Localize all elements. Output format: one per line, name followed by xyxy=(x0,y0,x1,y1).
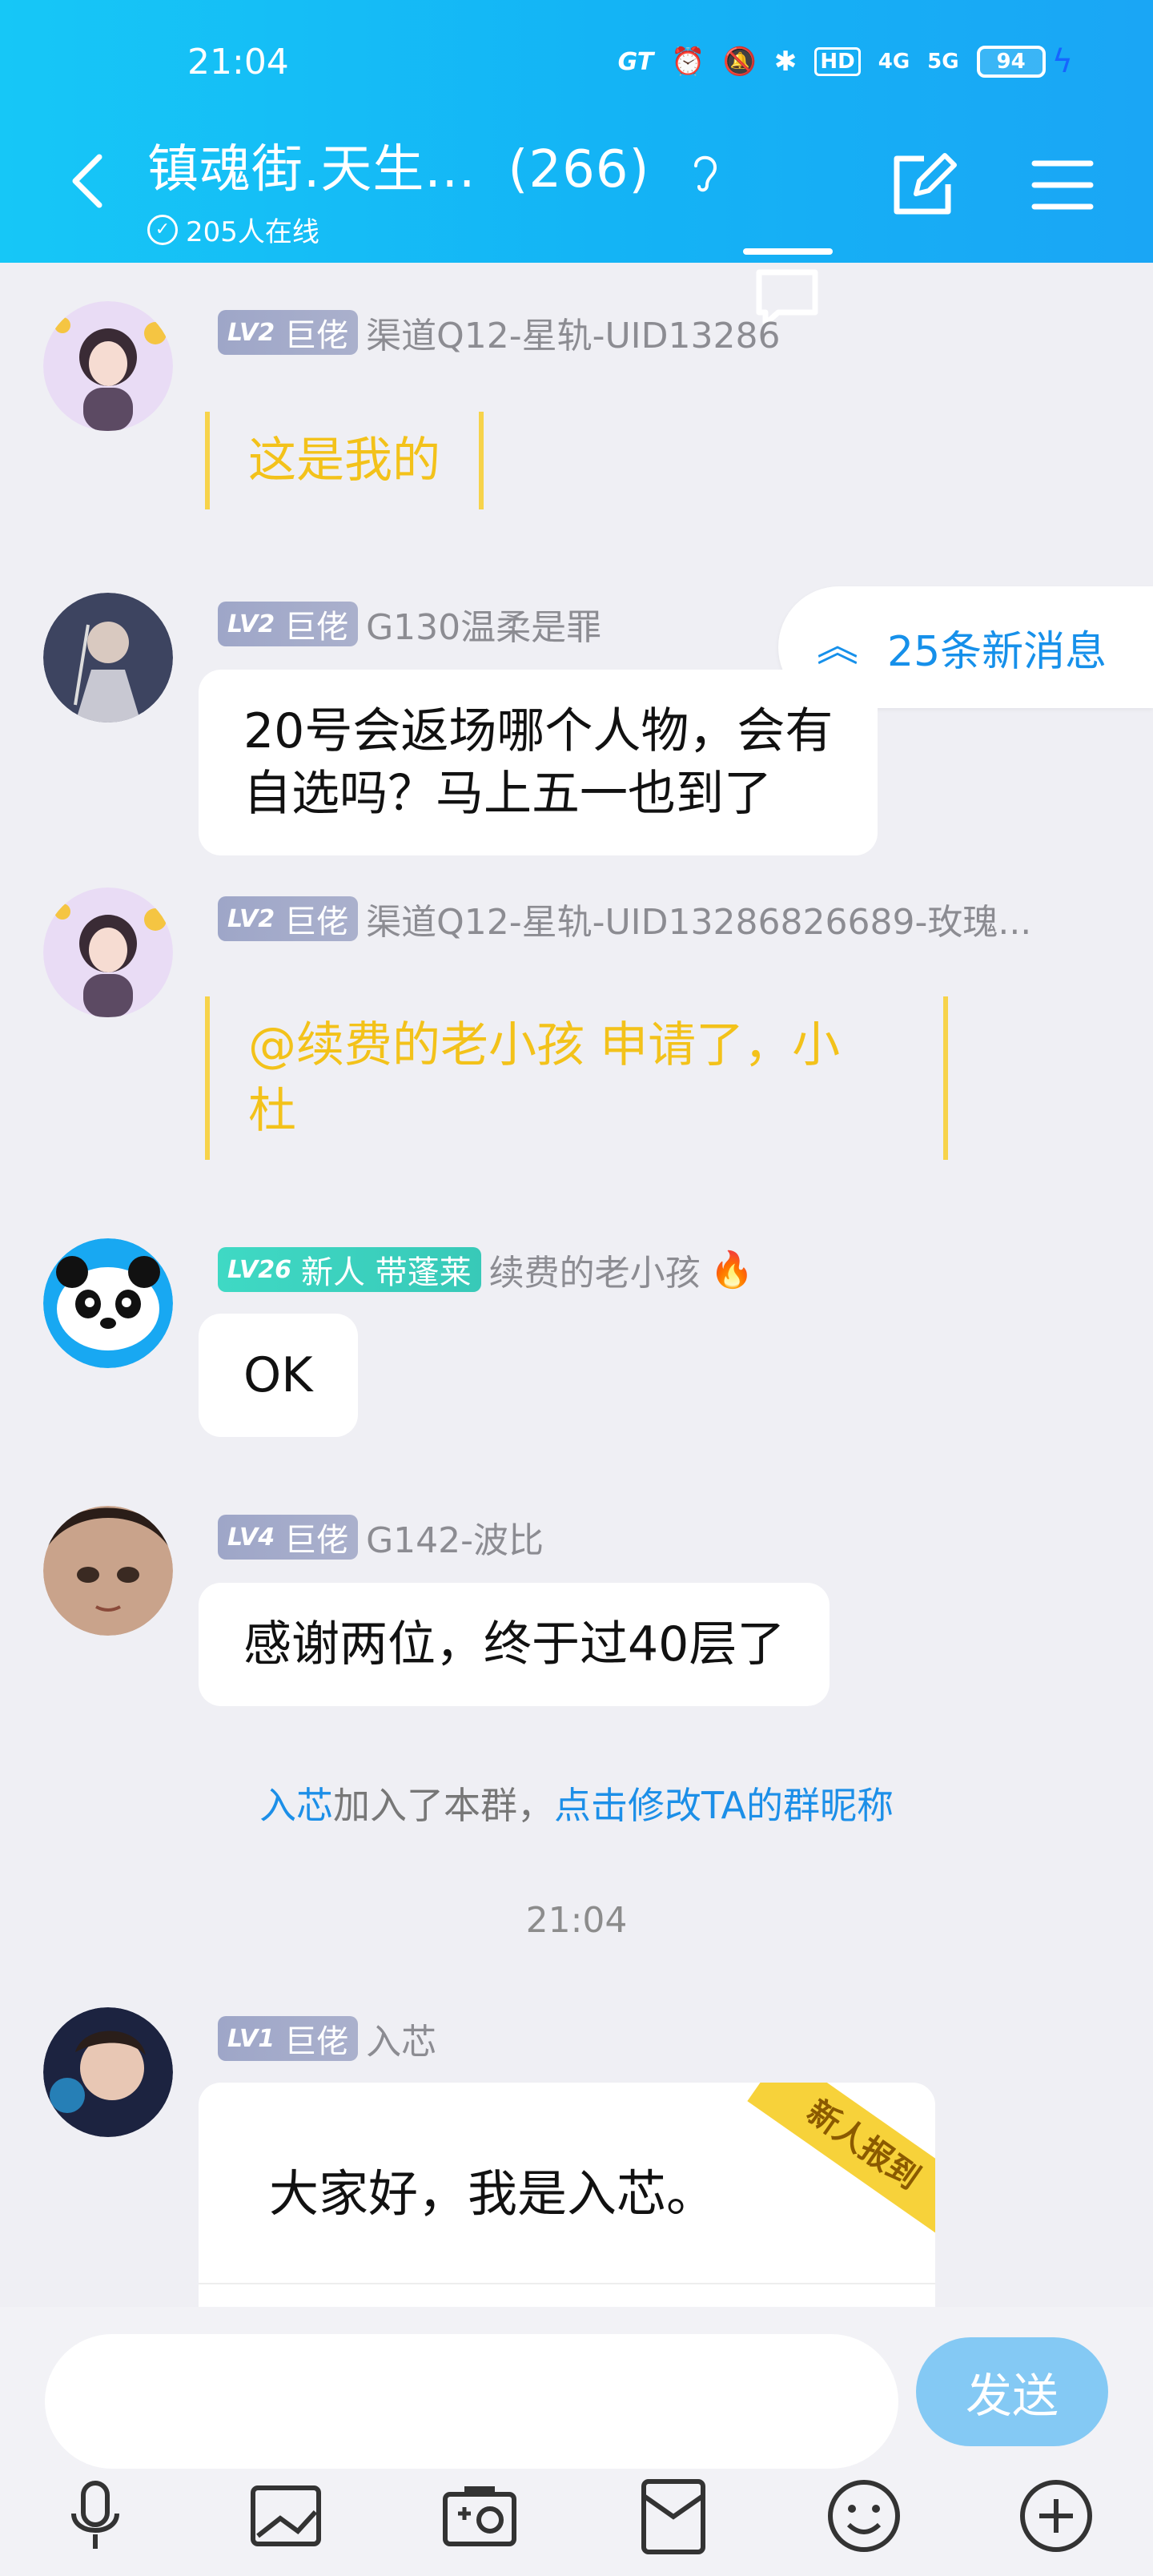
avatar-girl-image xyxy=(43,888,173,1017)
message-bubble[interactable]: 这是我的 xyxy=(205,412,484,509)
chat-messages[interactable]: LV2 巨佬 渠道Q12-星轨-UID13286 这是我的 ︽ 25条新消息 LV… xyxy=(0,263,1153,2307)
sender-name[interactable]: 入芯 xyxy=(366,2013,436,2064)
joined-text: 加入了本群， xyxy=(333,1784,554,1827)
level-badge: LV2 巨佬 xyxy=(218,310,359,355)
sender-name[interactable]: G142-波比 xyxy=(366,1511,544,1563)
level-badge: LV4 巨佬 xyxy=(218,1515,359,1560)
status-icons: GT ⏰ 🔕 ✱ HD 4G 5G 94 ϟ xyxy=(618,43,1073,80)
voice-button[interactable] xyxy=(51,2472,139,2560)
camera-icon xyxy=(443,2486,516,2546)
message-text-line: @续费的老小孩 申请了，小 xyxy=(248,1017,841,1073)
sender-meta: LV2 巨佬 渠道Q12-星轨-UID13286826689-玫瑰... xyxy=(218,893,1031,944)
message-bubble[interactable]: @续费的老小孩 申请了，小 杜 xyxy=(205,996,948,1160)
avatar[interactable] xyxy=(43,593,173,722)
avatar[interactable] xyxy=(43,301,173,431)
message-bubble[interactable]: 20号会返场哪个人物，会有 自选吗？马上五一也到了 xyxy=(199,670,878,855)
menu-button[interactable] xyxy=(1026,149,1099,221)
sender-name[interactable]: 续费的老小孩 xyxy=(489,1244,701,1295)
hd-icon: HD xyxy=(814,47,861,76)
message-input[interactable] xyxy=(45,2334,898,2469)
edit-button[interactable] xyxy=(887,149,959,221)
avatar-man-image xyxy=(43,2007,173,2137)
avatar[interactable] xyxy=(43,2007,173,2137)
member-count: (266) xyxy=(508,140,650,199)
avatar[interactable] xyxy=(43,1238,173,1368)
red-packet-icon xyxy=(641,2479,705,2554)
level-badge: LV1 巨佬 xyxy=(218,2016,359,2061)
sender-meta: LV2 巨佬 渠道Q12-星轨-UID13286 xyxy=(218,309,781,356)
edit-nickname-link[interactable]: 点击修改TA的群昵称 xyxy=(554,1784,894,1827)
sender-name[interactable]: 渠道Q12-星轨-UID13286826689-玫瑰... xyxy=(366,893,1031,944)
image-icon xyxy=(251,2485,321,2546)
mute-bell-icon: 🔕 xyxy=(722,46,757,78)
ear-icon xyxy=(693,156,717,192)
signal-5g-icon: 5G xyxy=(927,50,959,74)
sender-meta: LV26 新人 带蓬莱 续费的老小孩 🔥 xyxy=(218,1244,754,1295)
message-text-line: 杜 xyxy=(248,1083,296,1139)
newcomer-ribbon: 新人报到 xyxy=(747,2083,935,2240)
message-bubble[interactable]: 感谢两位，终于过40层了 xyxy=(199,1583,830,1706)
smile-icon xyxy=(828,2480,900,2552)
avatar[interactable] xyxy=(43,888,173,1017)
sender-name[interactable]: 渠道Q12-星轨-UID13286 xyxy=(366,307,780,358)
active-tab-indicator xyxy=(743,248,833,255)
fire-icon: 🔥 xyxy=(709,1250,754,1290)
charging-icon: ϟ xyxy=(1051,43,1073,80)
group-title: 镇魂街.天生... (266) xyxy=(147,128,721,202)
more-button[interactable] xyxy=(1012,2472,1100,2560)
input-bar: 发送 xyxy=(0,2307,1153,2576)
online-check-icon: ✓ xyxy=(147,214,178,245)
menu-icon xyxy=(1031,160,1094,210)
red-packet-button[interactable] xyxy=(629,2472,717,2560)
sender-meta: LV4 巨佬 G142-波比 xyxy=(218,1511,544,1563)
level-badge: LV2 巨佬 xyxy=(218,602,359,646)
online-status: ✓ 205人在线 xyxy=(147,210,721,249)
sender-name[interactable]: G130温柔是罪 xyxy=(366,598,601,650)
avatar-anime-face-image xyxy=(43,1506,173,1636)
gt-mode-icon: GT xyxy=(617,47,654,76)
level-badge: LV26 新人 带蓬莱 xyxy=(218,1247,481,1292)
image-button[interactable] xyxy=(242,2472,330,2560)
edit-icon xyxy=(894,153,957,215)
online-count: 205人在线 xyxy=(186,216,319,248)
card-divider xyxy=(199,2283,935,2284)
group-title-area[interactable]: 镇魂街.天生... (266) ✓ 205人在线 xyxy=(147,128,721,249)
send-button[interactable]: 发送 xyxy=(916,2337,1108,2446)
battery-icon: 94 xyxy=(976,46,1046,78)
camera-button[interactable] xyxy=(436,2472,524,2560)
status-time: 21:04 xyxy=(187,42,289,83)
avatar-panda-image xyxy=(43,1238,173,1368)
emoji-button[interactable] xyxy=(820,2472,908,2560)
message-text-line: 自选吗？马上五一也到了 xyxy=(243,766,772,822)
sender-meta: LV2 巨佬 G130温柔是罪 xyxy=(218,598,601,650)
plus-circle-icon xyxy=(1020,2480,1092,2552)
microphone-icon xyxy=(71,2481,119,2549)
back-button[interactable] xyxy=(64,149,112,213)
signal-4g-icon: 4G xyxy=(878,50,910,74)
newcomer-intro-card[interactable]: 大家好，我是入芯。 新人报到 xyxy=(199,2083,935,2307)
group-name: 镇魂街.天生... xyxy=(147,140,476,199)
double-chevron-up-icon: ︽ xyxy=(817,623,859,671)
card-text: 大家好，我是入芯。 xyxy=(269,2164,717,2223)
message-text-line: 20号会返场哪个人物，会有 xyxy=(243,703,834,759)
level-badge: LV2 巨佬 xyxy=(218,896,359,941)
message-bubble[interactable]: OK xyxy=(199,1314,358,1437)
avatar-girl-image xyxy=(43,301,173,431)
avatar-warrior-image xyxy=(43,593,173,722)
sender-meta: LV1 巨佬 入芯 xyxy=(218,2013,436,2064)
alarm-icon: ⏰ xyxy=(671,46,705,78)
chevron-left-icon xyxy=(72,154,102,208)
system-join-notice: 入芯加入了本群，点击修改TA的群昵称 xyxy=(0,1777,1153,1829)
avatar[interactable] xyxy=(43,1506,173,1636)
joined-user-link[interactable]: 入芯 xyxy=(259,1784,333,1827)
chat-header: 21:04 GT ⏰ 🔕 ✱ HD 4G 5G 94 ϟ 镇魂街.天生... (2… xyxy=(0,0,1153,327)
new-messages-label: 25条新消息 xyxy=(887,627,1107,676)
bluetooth-icon: ✱ xyxy=(773,46,797,78)
time-divider: 21:04 xyxy=(525,1900,628,1941)
